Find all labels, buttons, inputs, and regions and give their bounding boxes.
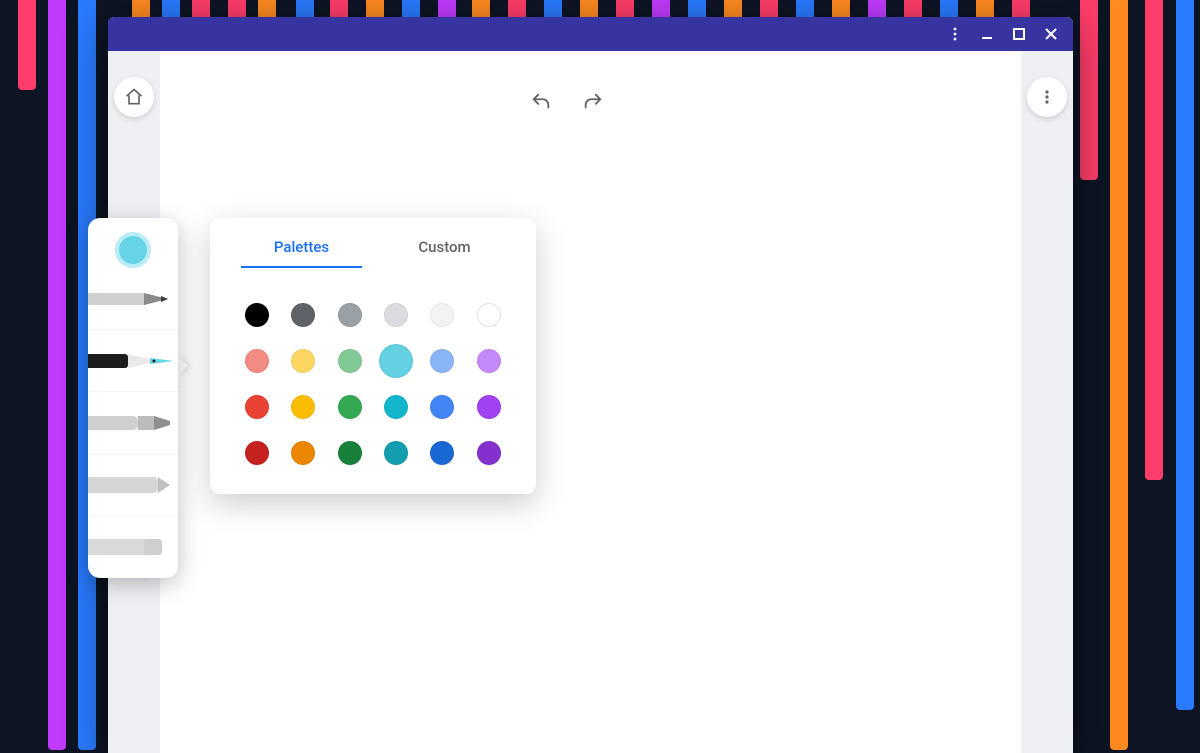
wallpaper-stripe [18, 0, 36, 90]
tool-pen[interactable] [88, 330, 178, 392]
color-swatch[interactable] [477, 349, 501, 373]
color-swatch[interactable] [430, 395, 454, 419]
window-minimize-button[interactable] [971, 17, 1003, 51]
wallpaper-stripe [1145, 0, 1163, 480]
tool-smudge[interactable] [88, 455, 178, 517]
tool-marker[interactable] [88, 392, 178, 454]
color-swatch[interactable] [338, 349, 362, 373]
color-swatch[interactable] [291, 441, 315, 465]
color-swatch[interactable] [245, 395, 269, 419]
wallpaper-stripe [1110, 0, 1128, 750]
color-swatch[interactable] [245, 441, 269, 465]
color-swatch[interactable] [477, 441, 501, 465]
color-swatch[interactable] [477, 395, 501, 419]
right-gutter [1021, 51, 1073, 753]
tab-custom[interactable]: Custom [373, 238, 516, 268]
color-swatch[interactable] [338, 303, 362, 327]
overflow-menu-button[interactable] [1027, 77, 1067, 117]
color-swatch[interactable] [291, 303, 315, 327]
color-swatch[interactable] [245, 303, 269, 327]
color-swatch[interactable] [477, 303, 501, 327]
wallpaper-stripe [1080, 0, 1098, 180]
color-swatch[interactable] [291, 349, 315, 373]
color-swatch[interactable] [430, 441, 454, 465]
color-swatch[interactable] [338, 395, 362, 419]
smudge-icon [88, 466, 178, 504]
home-icon [124, 87, 144, 107]
color-swatch[interactable] [379, 344, 413, 378]
color-swatch[interactable] [338, 441, 362, 465]
window-maximize-button[interactable] [1003, 17, 1035, 51]
window-title-bar [108, 17, 1073, 51]
color-swatch[interactable] [384, 441, 408, 465]
eraser-icon [88, 528, 178, 566]
tab-palettes[interactable]: Palettes [230, 238, 373, 268]
tool-pencil[interactable] [88, 268, 178, 330]
tool-eraser[interactable] [88, 517, 178, 578]
color-swatch[interactable] [291, 395, 315, 419]
wallpaper-stripe [48, 0, 66, 750]
window-close-button[interactable] [1035, 17, 1067, 51]
color-swatch[interactable] [384, 395, 408, 419]
pen-icon [88, 342, 178, 380]
swatch-grid [210, 268, 536, 476]
home-button[interactable] [114, 77, 154, 117]
color-swatch[interactable] [430, 303, 454, 327]
color-swatch[interactable] [384, 303, 408, 327]
pencil-icon [88, 280, 178, 318]
title-overflow-button[interactable] [939, 17, 971, 51]
marker-icon [88, 404, 178, 442]
color-palette-popover: Palettes Custom [210, 218, 536, 494]
wallpaper-stripe [1176, 0, 1194, 710]
tool-dock [88, 218, 178, 578]
color-swatch[interactable] [245, 349, 269, 373]
tool-dock-pointer [178, 356, 188, 376]
current-color-chip[interactable] [115, 232, 151, 268]
palette-tabs: Palettes Custom [210, 218, 536, 268]
more-vertical-icon [1039, 89, 1055, 105]
color-swatch[interactable] [430, 349, 454, 373]
